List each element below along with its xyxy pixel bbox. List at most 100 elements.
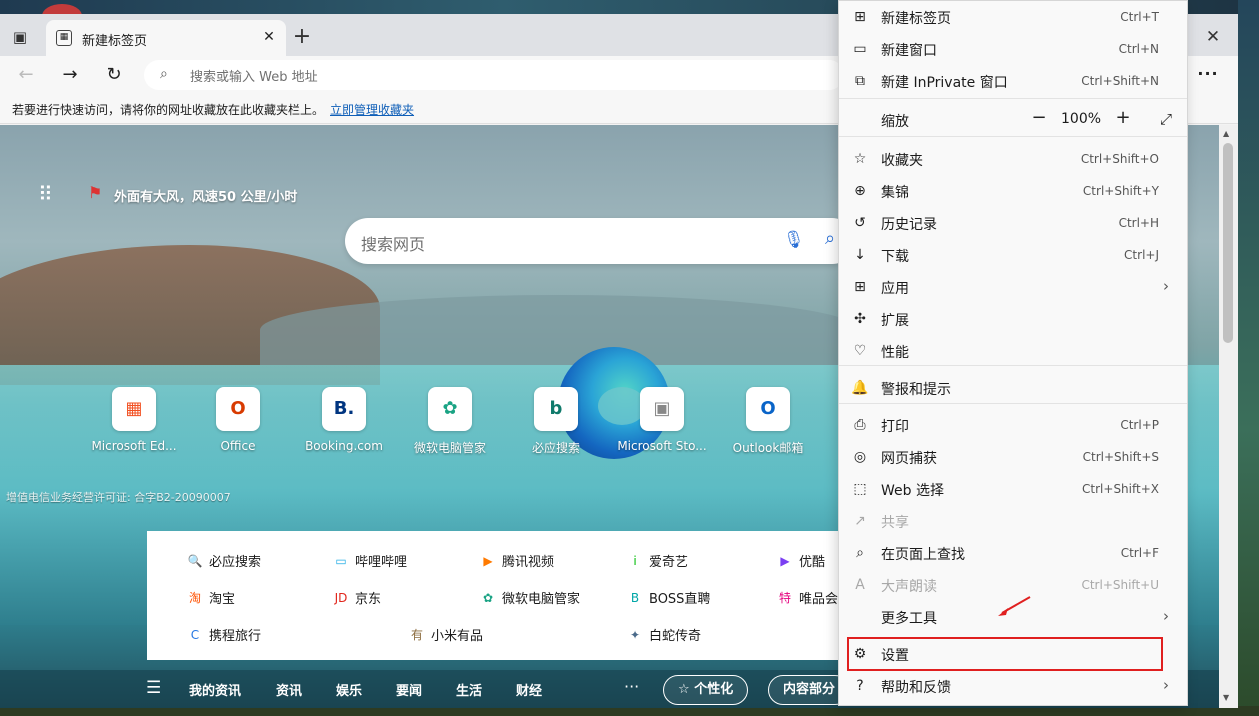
tab-new-tab[interactable]: ▦ 新建标签页 ✕ (46, 20, 286, 56)
feed-tab-life[interactable]: 生活 (456, 680, 482, 699)
quick-link-3[interactable]: ✿ 微软电脑管家 (400, 387, 500, 456)
hamburger-menu-icon[interactable]: ☰ (146, 678, 161, 698)
chevron-right-icon: › (1163, 607, 1169, 625)
feed-tab-my-news[interactable]: 我的资讯 (189, 680, 241, 699)
more-tabs-icon[interactable]: ··· (624, 677, 639, 696)
menu-item-alerts[interactable]: 🔔 警报和提示 (839, 372, 1187, 404)
more-icon[interactable]: ··· (1194, 63, 1222, 87)
zoom-out-icon[interactable]: − (1027, 107, 1051, 128)
quick-link-label: Microsoft Sto... (617, 439, 707, 453)
forward-arrow-icon[interactable]: → (58, 63, 82, 87)
menu-item-find-on-page[interactable]: ⌕ 在页面上查找 Ctrl+F (839, 537, 1187, 569)
links-panel-label: 携程旅行 (209, 629, 262, 644)
menu-item-share: ↗ 共享 (839, 505, 1187, 537)
manage-favorites-link[interactable]: 立即管理收藏夹 (330, 101, 414, 118)
menu-item-shortcut: Ctrl+N (1118, 42, 1159, 56)
links-panel-item[interactable]: B BOSS直聘 (627, 588, 711, 608)
links-panel-item[interactable]: ▶ 腾讯视频 (480, 551, 554, 571)
quick-link-label: 必应搜索 (531, 441, 580, 455)
refresh-icon[interactable]: ↻ (102, 63, 126, 87)
fullscreen-icon[interactable]: ⤢ (1155, 110, 1177, 128)
bing-logo-icon: b (534, 387, 578, 431)
links-panel-item[interactable]: JD 京东 (333, 588, 381, 608)
menu-item-collections[interactable]: ⊕ 集锦 Ctrl+Shift+Y (839, 175, 1187, 207)
menu-item-web-select[interactable]: ⬚ Web 选择 Ctrl+Shift+X (839, 473, 1187, 505)
menu-item-apps[interactable]: ⊞ 应用 › (839, 271, 1187, 303)
menu-item-performance[interactable]: ♡ 性能 (839, 335, 1187, 367)
plus-icon[interactable]: + (290, 26, 314, 50)
menu-item-label: 大声朗读 (881, 579, 937, 595)
personalize-label: 个性化 (694, 682, 734, 697)
menu-item-help-and-feedback[interactable]: ? 帮助和反馈 › (839, 670, 1187, 702)
help-icon: ? (856, 678, 864, 694)
quick-link-6[interactable]: O Outlook邮箱 (718, 387, 818, 456)
scroll-down-icon[interactable]: ▼ (1223, 693, 1229, 702)
links-panel-item[interactable]: ✿ 微软电脑管家 (480, 588, 580, 608)
feed-tab-finance[interactable]: 财经 (516, 680, 542, 699)
red-arrow-annotation (998, 596, 1031, 616)
links-panel-item[interactable]: 有小米有品 (409, 625, 483, 645)
menu-item-new-window[interactable]: ▭ 新建窗口 Ctrl+N (839, 33, 1187, 65)
menu-item-new-tab[interactable]: ⊞ 新建标签页 Ctrl+T (839, 1, 1187, 33)
menu-separator (839, 98, 1187, 99)
download-icon: ↓ (854, 247, 866, 263)
links-panel-item[interactable]: 🔍 必应搜索 (187, 551, 262, 571)
feed-tab-headlines[interactable]: 要闻 (396, 680, 422, 699)
menu-item-label: 集锦 (881, 185, 909, 201)
close-icon[interactable]: ✕ (260, 28, 278, 46)
quick-link-label: Outlook邮箱 (732, 441, 804, 455)
links-panel-item[interactable]: ▶ 优酷 (777, 551, 825, 571)
chevron-right-icon: › (1163, 277, 1169, 295)
back-arrow-icon[interactable]: ← (14, 63, 38, 87)
microphone-icon[interactable]: 🎙 (783, 230, 805, 250)
favorites-icon: ☆ (853, 151, 867, 167)
menu-item-zoom[interactable]: 缩放 −100% + ⤢ (839, 104, 1187, 136)
feed-tab-entertainment[interactable]: 娱乐 (336, 680, 362, 699)
menu-item-label: 新建标签页 (881, 11, 951, 27)
links-panel-item[interactable]: ▭ 哔哩哔哩 (333, 551, 407, 571)
scrollbar[interactable]: ▲ ▼ (1219, 125, 1238, 708)
scroll-up-icon[interactable]: ▲ (1223, 129, 1229, 138)
links-panel-item[interactable]: C 携程旅行 (187, 625, 261, 645)
search-placeholder: 搜索网页 (361, 235, 426, 254)
menu-item-history[interactable]: ↺ 历史记录 Ctrl+H (839, 207, 1187, 239)
microsoft-logo-icon: ▦ (112, 387, 156, 431)
search-input[interactable]: 搜索网页 🎙 ⌕ (345, 218, 855, 264)
menu-item-print[interactable]: ⎙ 打印 Ctrl+P (839, 409, 1187, 441)
quick-link-4[interactable]: b 必应搜索 (506, 387, 606, 456)
tab-actions-icon[interactable]: ▣ (10, 27, 30, 47)
menu-item-label: 共享 (881, 515, 909, 531)
links-panel-item[interactable]: ✦ 白蛇传奇 (627, 625, 701, 645)
app-launcher-icon[interactable]: ⠿ (38, 183, 60, 205)
windsock-icon: ⚑ (88, 183, 103, 202)
links-panel-item[interactable]: 特唯品会 (777, 588, 838, 608)
menu-item-favorites[interactable]: ☆ 收藏夹 Ctrl+Shift+O (839, 143, 1187, 175)
menu-item-new-inprivate-window[interactable]: ⧉ 新建 InPrivate 窗口 Ctrl+Shift+N (839, 65, 1187, 97)
personalize-button[interactable]: ☆ 个性化 (663, 675, 749, 705)
quick-link-1[interactable]: O Office (188, 387, 288, 453)
quick-link-5[interactable]: ▣ Microsoft Sto... (612, 387, 712, 453)
quick-link-label: Booking.com (305, 439, 383, 453)
quick-link-2[interactable]: B. Booking.com (294, 387, 394, 453)
links-panel-item[interactable]: i 爱奇艺 (627, 551, 688, 571)
zoom-in-icon[interactable]: + (1111, 107, 1135, 128)
inprivate-icon: ⧉ (855, 73, 865, 89)
collections-icon: ⊕ (854, 183, 866, 199)
menu-item-label: 扩展 (881, 313, 909, 329)
search-icon[interactable]: ⌕ (825, 228, 835, 249)
links-panel-item[interactable]: 淘淘宝 (187, 588, 235, 608)
menu-item-downloads[interactable]: ↓ 下载 Ctrl+J (839, 239, 1187, 271)
menu-item-extensions[interactable]: ✣ 扩展 (839, 303, 1187, 335)
window-close-icon[interactable]: ✕ (1200, 24, 1226, 50)
weather-text[interactable]: 外面有大风，风速50 公里/小时 (114, 186, 297, 205)
quick-link-0[interactable]: ▦ Microsoft Ed... (84, 387, 184, 453)
share-icon: ↗ (854, 513, 866, 529)
chevron-right-icon: › (1163, 676, 1169, 694)
menu-item-label: 打印 (881, 419, 909, 435)
address-bar[interactable]: ⌕ 搜索或输入 Web 地址 (144, 60, 844, 90)
feed-tab-news[interactable]: 资讯 (276, 680, 302, 699)
scroll-thumb[interactable] (1223, 143, 1233, 343)
settings-highlight-box (847, 637, 1163, 671)
menu-item-web-capture[interactable]: ◎ 网页捕获 Ctrl+Shift+S (839, 441, 1187, 473)
bell-icon: 🔔 (851, 380, 869, 396)
